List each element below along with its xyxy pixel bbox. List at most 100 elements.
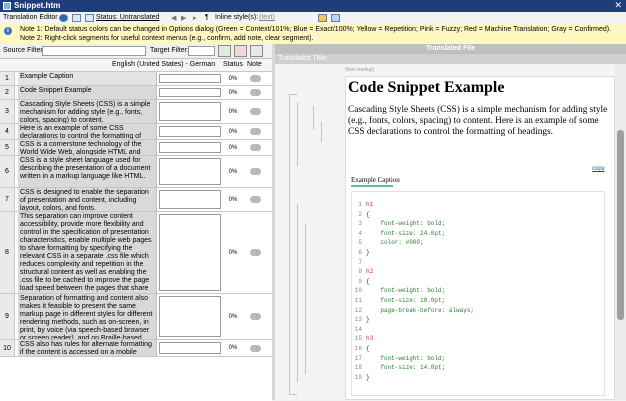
note-cell[interactable] xyxy=(246,124,264,139)
copy-link[interactable]: copy xyxy=(592,166,605,172)
prev-icon[interactable]: ◀ xyxy=(171,14,176,22)
comment-bubble-icon[interactable] xyxy=(249,196,261,203)
preview-canvas: (text markup) Code Snippet Example Casca… xyxy=(275,64,615,400)
guide-line xyxy=(297,204,298,382)
target-input[interactable] xyxy=(159,102,221,121)
pilcrow-icon[interactable]: ¶ xyxy=(205,14,209,21)
source-text: CSS is a style sheet language used for d… xyxy=(18,156,157,187)
close-icon[interactable]: ✕ xyxy=(614,0,622,11)
next-icon[interactable]: ▶ xyxy=(181,14,186,22)
code-text: h2 xyxy=(366,268,374,276)
segment-row[interactable]: 10 CSS also has rules for alternate forma… xyxy=(0,340,272,357)
grid-header: English (United States) - German Status … xyxy=(0,59,272,72)
note-cell[interactable] xyxy=(246,294,264,339)
target-input[interactable] xyxy=(159,74,221,83)
source-filter-input[interactable] xyxy=(42,46,146,56)
target-input[interactable] xyxy=(159,190,221,209)
target-input[interactable] xyxy=(159,296,221,337)
comment-bubble-icon[interactable] xyxy=(249,168,261,175)
target-input[interactable] xyxy=(159,88,221,97)
line-number: 17 xyxy=(354,354,362,362)
header-language: English (United States) - German xyxy=(112,61,216,68)
comment-bubble-icon[interactable] xyxy=(249,89,261,96)
inline-style-label: Inline style(s): xyxy=(215,14,259,21)
segment-number: 9 xyxy=(0,294,15,339)
window-titlebar: Snippet.htm ✕ xyxy=(0,0,626,12)
scrollbar-thumb[interactable] xyxy=(617,130,624,320)
note-cell[interactable] xyxy=(246,72,264,85)
segment-row[interactable]: 9 Separation of formatting and content al… xyxy=(0,294,272,340)
comment-bubble-icon[interactable] xyxy=(249,144,261,151)
note-cell[interactable] xyxy=(246,100,264,123)
edit-icon[interactable] xyxy=(72,14,81,22)
line-number: 12 xyxy=(354,306,362,314)
code-text: } xyxy=(366,316,370,324)
line-number: 19 xyxy=(354,373,362,381)
note-cell[interactable] xyxy=(246,340,264,356)
segment-row[interactable]: 1 Example Caption 0% xyxy=(0,72,272,86)
target-input[interactable] xyxy=(159,214,221,291)
segment-status: 0% xyxy=(228,249,238,256)
page-heading: Code Snippet Example xyxy=(348,79,505,96)
source-text: Here is an example of some CSS declarati… xyxy=(18,124,157,139)
segment-row[interactable]: 4 Here is an example of some CSS declarat… xyxy=(0,124,272,140)
comment-bubble-icon[interactable] xyxy=(249,249,261,256)
guide-line xyxy=(297,102,298,166)
notes-banner: i Note 1: Default status colors can be c… xyxy=(0,24,626,45)
toolbar-label: Translation Editor xyxy=(3,14,58,21)
translated-title-label: Translated Title: xyxy=(275,54,626,64)
status-label[interactable]: Status: Untranslated xyxy=(96,14,159,21)
comment-bubble-icon[interactable] xyxy=(249,108,261,115)
info-icon[interactable] xyxy=(59,14,68,22)
inline-style-value[interactable]: (text) xyxy=(259,14,275,21)
note-cell[interactable] xyxy=(246,156,264,187)
target-input[interactable] xyxy=(159,126,221,137)
text-markup-label: (text markup) xyxy=(345,67,375,73)
preview-scrollbar[interactable] xyxy=(615,64,626,400)
intro-paragraph: Cascading Style Sheets (CSS) is a simple… xyxy=(348,105,608,137)
code-text: h3 xyxy=(366,335,374,343)
code-text: { xyxy=(366,210,370,218)
target-filter-input[interactable] xyxy=(188,46,215,56)
comment-bubble-icon[interactable] xyxy=(249,344,261,352)
info-circle-icon: i xyxy=(4,27,12,35)
note-icon[interactable] xyxy=(85,14,94,22)
document-preview: Code Snippet Example Cascading Style She… xyxy=(345,76,615,400)
note-cell[interactable] xyxy=(246,86,264,99)
note-cell[interactable] xyxy=(246,188,264,211)
window-title: Snippet.htm xyxy=(14,1,61,10)
segment-row[interactable]: 8 This separation can improve content acc… xyxy=(0,212,272,294)
target-input[interactable] xyxy=(159,158,221,185)
segment-row[interactable]: 5 CSS is a cornerstone technology of the … xyxy=(0,140,272,156)
find-icon[interactable] xyxy=(250,45,263,57)
segment-row[interactable]: 6 CSS is a style sheet language used for … xyxy=(0,156,272,188)
segment-number: 10 xyxy=(0,340,15,356)
code-text: font-weight: bold; xyxy=(366,220,446,228)
segment-number: 1 xyxy=(0,72,15,85)
segment-status: 0% xyxy=(228,89,238,96)
play-icon[interactable]: ▸ xyxy=(193,14,197,22)
guide-line xyxy=(321,122,322,142)
note-cell[interactable] xyxy=(246,212,264,293)
code-caption: Example Caption xyxy=(351,176,400,184)
segment-status: 0% xyxy=(228,108,238,115)
comment-bubble-icon[interactable] xyxy=(249,128,261,135)
segment-row[interactable]: 2 Code Snippet Example 0% xyxy=(0,86,272,100)
line-number: 3 xyxy=(358,220,362,228)
filter-clear-icon[interactable] xyxy=(234,45,247,57)
save-icon[interactable] xyxy=(331,14,340,22)
target-input[interactable] xyxy=(159,142,221,153)
source-text: Cascading Style Sheets (CSS) is a simple… xyxy=(18,100,157,123)
comment-bubble-icon[interactable] xyxy=(249,313,261,320)
folder-icon[interactable] xyxy=(318,14,327,22)
comment-bubble-icon[interactable] xyxy=(249,75,261,82)
target-input[interactable] xyxy=(159,342,221,354)
note-cell[interactable] xyxy=(246,140,264,155)
code-text: font-size: 14.0pt; xyxy=(366,364,446,372)
segment-number: 7 xyxy=(0,188,15,211)
source-text: This separation can improve content acce… xyxy=(18,212,157,293)
segment-row[interactable]: 3 Cascading Style Sheets (CSS) is a simpl… xyxy=(0,100,272,124)
segment-row[interactable]: 7 CSS is designed to enable the separatio… xyxy=(0,188,272,212)
line-number: 4 xyxy=(358,229,362,237)
filter-apply-icon[interactable] xyxy=(218,45,231,57)
